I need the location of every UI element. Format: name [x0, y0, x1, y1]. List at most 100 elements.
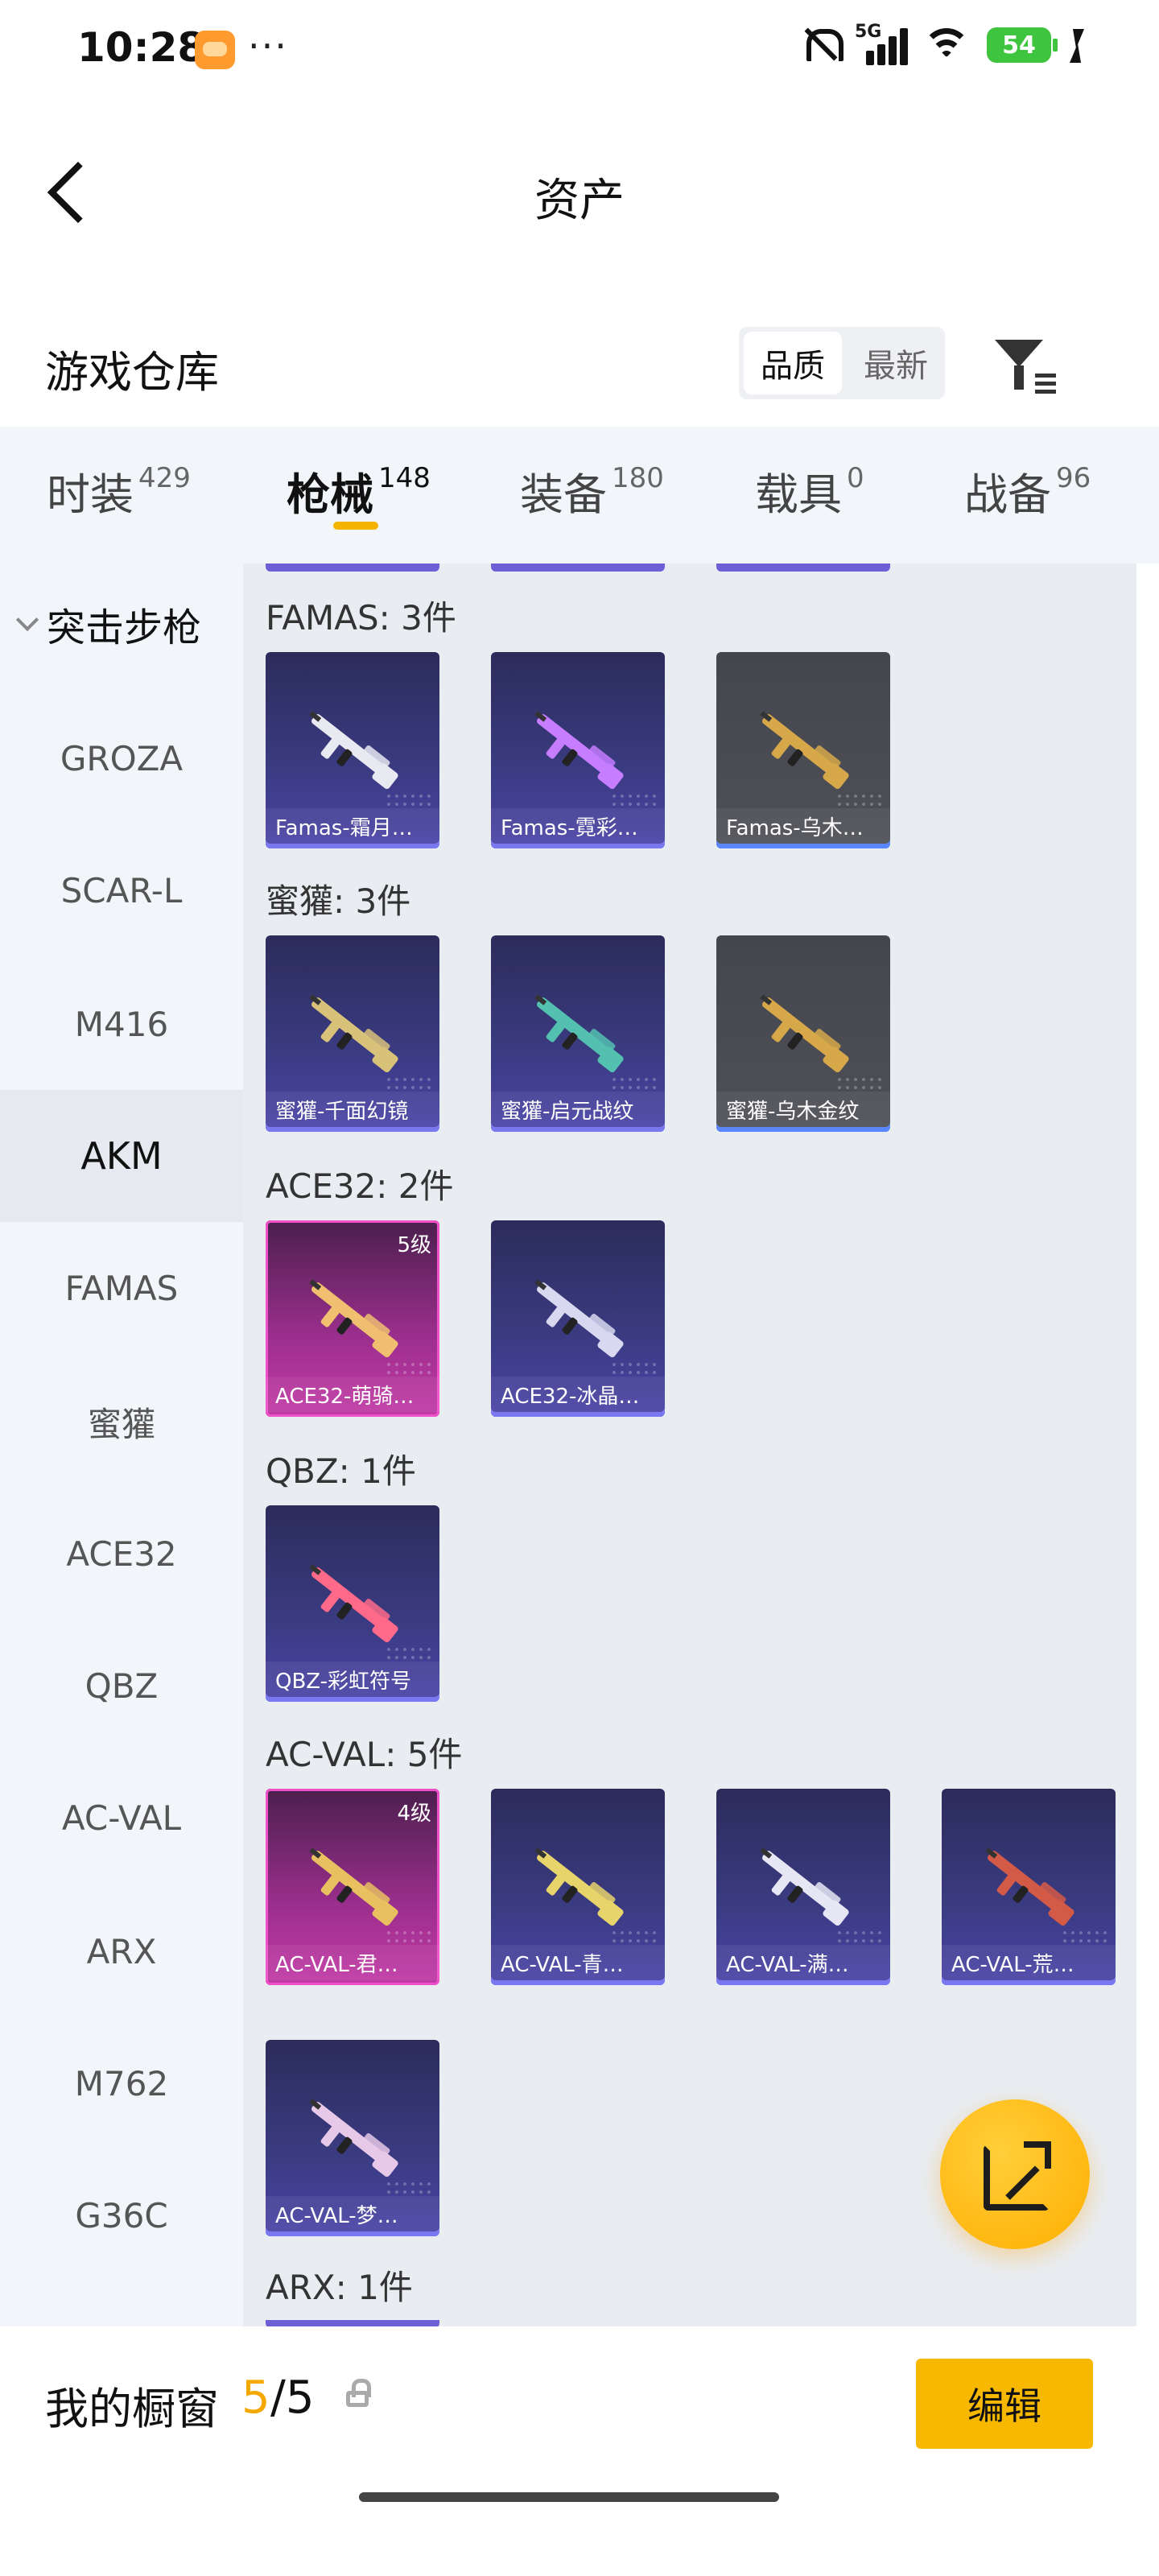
card-edge — [266, 2320, 439, 2326]
rifle-icon — [760, 1847, 849, 1926]
rifle-icon — [534, 1847, 624, 1926]
weapon-skin-name: Famas-乌木… — [716, 808, 890, 844]
showcase-label: 我的橱窗 — [45, 2384, 219, 2434]
card-decor — [385, 2180, 433, 2196]
weapon-skin-name: ACE32-冰晶… — [491, 1377, 665, 1412]
weapon-type-sidebar: 突击步枪 GROZA SCAR-L M416 AKM FAMAS 蜜獾 ACE32 QBZ AC… — [0, 564, 243, 2326]
sidebar-item[interactable]: AKM — [0, 1090, 243, 1222]
chevron-down-icon — [15, 608, 39, 632]
showcase-bar: 我的橱窗 5 /5 编辑 — [0, 2326, 1159, 2576]
weapon-skin-name: Famas-霜月… — [266, 808, 439, 844]
rifle-icon — [534, 711, 624, 790]
rifle-icon — [309, 1847, 398, 1926]
group-title: AC-VAL: 5件 — [266, 1735, 463, 1774]
weapon-skin-name: AC-VAL-满… — [716, 1945, 890, 1980]
weapon-skin-card[interactable]: AC-VAL-青… — [491, 1789, 665, 1985]
sidebar-item[interactable]: FAMAS — [0, 1222, 243, 1354]
group-title: QBZ: 1件 — [266, 1451, 416, 1491]
weapon-skin-card[interactable]: 5级 ACE32-萌骑… — [266, 1220, 439, 1417]
weapon-skin-card[interactable]: ACE32-冰晶… — [491, 1220, 665, 1417]
tab-label: 装备 — [520, 469, 607, 520]
weapon-skin-card[interactable]: Famas-乌木… — [716, 652, 890, 848]
sort-quality-button[interactable]: 品质 — [744, 332, 842, 394]
weapon-skin-card[interactable]: AC-VAL-满… — [716, 1789, 890, 1985]
group-title: ARX: 1件 — [266, 2268, 413, 2307]
group-title: 蜜獾: 3件 — [266, 881, 411, 921]
weapon-skin-card[interactable]: QBZ-彩虹符号 — [266, 1505, 439, 1702]
weapon-grid: FAMAS: 3件 Famas-霜月… Famas-霓彩… Famas-乌木… 蜜獾: … — [243, 564, 1136, 2326]
card-edge — [491, 564, 665, 572]
filter-icon[interactable] — [992, 335, 1056, 399]
rifle-icon — [760, 711, 849, 790]
tab-supplies[interactable]: 战备 96 — [964, 459, 1091, 522]
card-decor — [835, 792, 884, 808]
sidebar-item[interactable]: AC-VAL — [0, 1752, 243, 1884]
level-badge: 4级 — [397, 1802, 431, 1826]
sort-toggle: 品质 最新 — [739, 327, 945, 399]
tab-vehicles[interactable]: 载具 0 — [755, 459, 864, 522]
warehouse-title: 游戏仓库 — [45, 347, 219, 398]
tab-equipment[interactable]: 装备 180 — [520, 459, 664, 522]
sidebar-item[interactable]: M762 — [0, 2017, 243, 2149]
sidebar-item[interactable]: G36C — [0, 2149, 243, 2281]
sidebar-item[interactable]: ARX — [0, 1885, 243, 2017]
weapon-skin-card[interactable]: Famas-霓彩… — [491, 652, 665, 848]
showcase-count-current: 5 — [241, 2372, 270, 2424]
rifle-icon — [760, 994, 849, 1073]
category-tabs: 时装 429 枪械 148 装备 180 载具 0 战备 96 — [0, 427, 1159, 564]
rifle-icon — [534, 994, 624, 1073]
sidebar-item[interactable]: ACE32 — [0, 1488, 243, 1620]
tab-count: 429 — [138, 462, 191, 494]
home-indicator — [359, 2492, 779, 2502]
tab-label: 载具 — [755, 469, 842, 520]
mute-bell-icon — [802, 24, 843, 66]
weapon-skin-name: AC-VAL-梦… — [266, 2196, 439, 2231]
sidebar-group-label: 突击步枪 — [47, 605, 202, 650]
card-decor — [610, 1929, 658, 1945]
weapon-skin-name: 蜜獾-乌木金纹 — [716, 1092, 890, 1127]
weapon-skin-card[interactable]: Famas-霜月… — [266, 652, 439, 848]
tab-label: 枪械 — [287, 469, 373, 520]
tab-weapons[interactable]: 枪械 148 — [287, 459, 431, 522]
sort-newest-button[interactable]: 最新 — [847, 327, 945, 399]
card-decor — [610, 792, 658, 808]
weapon-skin-name: QBZ-彩虹符号 — [266, 1662, 439, 1697]
network-type: 5G — [855, 22, 882, 42]
weapon-skin-name: 蜜獾-启元战纹 — [491, 1092, 665, 1127]
share-export-button[interactable] — [940, 2099, 1090, 2249]
weapon-skin-card[interactable]: 蜜獾-千面幻镜 — [266, 935, 439, 1132]
sidebar-group-assault-rifles[interactable]: 突击步枪 — [15, 596, 202, 652]
weapon-skin-name: 蜜獾-千面幻镜 — [266, 1092, 439, 1127]
weapon-skin-card[interactable]: 蜜獾-乌木金纹 — [716, 935, 890, 1132]
weapon-skin-card[interactable]: 4级 AC-VAL-君… — [266, 1789, 439, 1985]
tab-count: 0 — [847, 462, 864, 494]
lock-icon — [346, 2379, 371, 2407]
rifle-icon — [309, 711, 398, 790]
card-decor — [385, 1929, 433, 1945]
charging-icon — [1067, 27, 1087, 63]
weapon-skin-card[interactable]: 蜜獾-启元战纹 — [491, 935, 665, 1132]
page-title: 资产 — [534, 175, 625, 227]
card-decor — [610, 1075, 658, 1092]
cell-signal-icon: 5G — [855, 22, 908, 65]
status-icons: 5G 54 — [802, 22, 1087, 66]
sidebar-item[interactable]: M416 — [0, 958, 243, 1090]
weapon-skin-card[interactable]: AC-VAL-荒… — [942, 1789, 1116, 1985]
tab-fashion[interactable]: 时装 429 — [47, 459, 191, 522]
weapon-skin-name: ACE32-萌骑… — [266, 1377, 439, 1412]
weapon-skin-name: AC-VAL-荒… — [942, 1945, 1116, 1980]
edit-button[interactable]: 编辑 — [916, 2359, 1093, 2449]
sidebar-item[interactable]: QBZ — [0, 1620, 243, 1752]
showcase-count-total: /5 — [270, 2372, 315, 2424]
weapon-skin-card[interactable]: AC-VAL-梦… — [266, 2040, 439, 2236]
weapon-skin-name: AC-VAL-君… — [266, 1945, 439, 1980]
card-edge — [716, 564, 890, 572]
sidebar-item[interactable]: SCAR-L — [0, 824, 243, 956]
status-bar: 10:28 ··· 5G 54 — [0, 0, 1159, 97]
sidebar-item[interactable]: GROZA — [0, 692, 243, 824]
sidebar-item[interactable]: 蜜獾 — [0, 1356, 243, 1488]
tab-count: 148 — [378, 462, 431, 494]
rifle-icon — [309, 994, 398, 1073]
rifle-icon — [309, 1564, 398, 1643]
card-decor — [385, 792, 433, 808]
